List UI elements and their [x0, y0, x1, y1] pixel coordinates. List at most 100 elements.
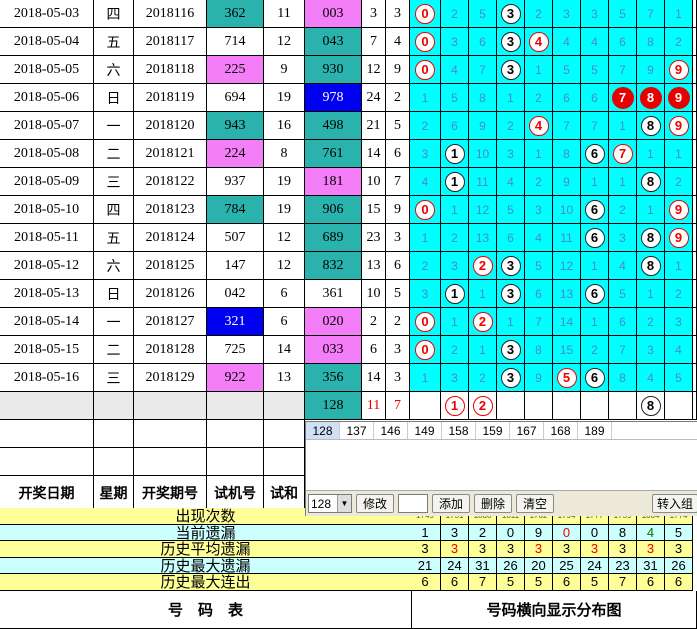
- distribution-cell: 1: [609, 168, 637, 196]
- span-value: 7: [362, 28, 386, 56]
- add-button[interactable]: 添加: [432, 494, 471, 513]
- distribution-cell: 8: [609, 364, 637, 392]
- distribution-cell: 2: [469, 252, 497, 280]
- distribution-cell: 8: [637, 168, 665, 196]
- omission-value: 8: [535, 342, 542, 357]
- omission-value: 2: [535, 174, 542, 189]
- pending-cell: 2: [469, 392, 497, 420]
- pending-cell: [497, 392, 525, 420]
- omission-value: 7: [591, 118, 598, 133]
- candidate-tab[interactable]: 158: [442, 422, 476, 439]
- number-ball: 0: [415, 3, 435, 24]
- distribution-cell: 4: [441, 56, 469, 84]
- weekday: 五: [94, 28, 134, 56]
- distribution-cell: 0: [410, 196, 441, 224]
- omission-value: 2: [675, 34, 682, 49]
- distribution-cell: 6: [525, 280, 553, 308]
- issue-number: 2018129: [134, 364, 207, 392]
- candidate-tab[interactable]: 146: [374, 422, 408, 439]
- pending-cell: [609, 392, 637, 420]
- omission-value: 12: [559, 258, 574, 273]
- omission-value: 4: [451, 62, 458, 77]
- number-ball: 4: [528, 31, 549, 52]
- distribution-cell: 5: [665, 364, 693, 392]
- candidate-tab[interactable]: 168: [544, 422, 578, 439]
- omission-value: 6: [591, 90, 598, 105]
- sum-tail: 9: [386, 56, 410, 84]
- edit-button[interactable]: 修改: [356, 494, 395, 513]
- stat-value: 9: [525, 524, 553, 541]
- candidate-tab[interactable]: 137: [340, 422, 374, 439]
- import-button[interactable]: 转入组: [651, 494, 697, 513]
- delete-button[interactable]: 删除: [474, 494, 513, 513]
- candidate-tab[interactable]: 128: [306, 422, 340, 439]
- trial-sum: 16: [264, 112, 305, 140]
- stat-value: 4: [637, 524, 665, 541]
- distribution-cell: 1: [581, 308, 609, 336]
- distribution-cell: 7: [609, 336, 637, 364]
- candidate-panel: 128 137 146 149 158 159 167 168 189 128 ▼ 修改 添加 …: [305, 421, 697, 516]
- number-ball: 0: [415, 199, 435, 220]
- stat-value: 26: [665, 557, 693, 574]
- stat-value: 6: [410, 574, 441, 591]
- chevron-down-icon[interactable]: ▼: [337, 495, 351, 512]
- edge-cell: [693, 196, 697, 224]
- distribution-cell: 5: [441, 84, 469, 112]
- distribution-cell: 10: [553, 196, 581, 224]
- distribution-cell: 5: [581, 56, 609, 84]
- number-select-value: 128: [311, 496, 332, 511]
- candidate-tab[interactable]: 159: [476, 422, 510, 439]
- distribution-cell: 2: [665, 168, 693, 196]
- distribution-cell: 8: [637, 224, 665, 252]
- stat-value: 3: [441, 524, 469, 541]
- omission-value: 5: [479, 6, 486, 21]
- number-ball: 9: [668, 227, 689, 248]
- sum-tail: 6: [386, 252, 410, 280]
- distribution-cell: 1: [637, 196, 665, 224]
- distribution-cell: 2: [525, 0, 553, 28]
- omission-value: 12: [475, 202, 490, 217]
- omission-value: 2: [451, 230, 458, 245]
- span-value: 12: [362, 56, 386, 84]
- edge-cell: [693, 224, 697, 252]
- distribution-cell: 6: [581, 196, 609, 224]
- omission-value: 4: [507, 174, 514, 189]
- weekday: 日: [94, 84, 134, 112]
- omission-value: 8: [647, 34, 654, 49]
- issue-number: 2018127: [134, 308, 207, 336]
- candidate-tab[interactable]: 167: [510, 422, 544, 439]
- distribution-cell: 7: [581, 112, 609, 140]
- candidate-tab[interactable]: 189: [578, 422, 612, 439]
- issue-number: 2018116: [134, 0, 207, 28]
- stat-value: 7: [469, 574, 497, 591]
- clear-button[interactable]: 清空: [516, 494, 555, 513]
- number-ball: 1: [444, 171, 465, 192]
- candidate-tab[interactable]: 149: [408, 422, 442, 439]
- distribution-cell: 6: [469, 28, 497, 56]
- distribution-cell: 7: [609, 140, 637, 168]
- omission-value: 1: [479, 286, 486, 301]
- number-input[interactable]: [398, 494, 429, 513]
- number-select[interactable]: 128 ▼: [308, 494, 352, 513]
- winning-number: 356: [305, 364, 362, 392]
- distribution-cell: 5: [497, 196, 525, 224]
- distribution-cell: 2: [637, 308, 665, 336]
- span-value: 2: [362, 308, 386, 336]
- distribution-cell: 3: [497, 140, 525, 168]
- trial-sum: 6: [264, 280, 305, 308]
- distribution-cell: 2: [581, 336, 609, 364]
- distribution-cell: 6: [581, 364, 609, 392]
- distribution-cell: 4: [525, 28, 553, 56]
- distribution-cell: 4: [525, 112, 553, 140]
- empty-cell: [94, 392, 134, 420]
- span-value: 14: [362, 140, 386, 168]
- stat-value: 0: [553, 524, 581, 541]
- stat-value: 24: [581, 557, 609, 574]
- distribution-cell: 9: [665, 224, 693, 252]
- omission-value: 7: [619, 62, 626, 77]
- distribution-cell: 11: [469, 168, 497, 196]
- trial-number: 225: [207, 56, 264, 84]
- distribution-cell: 13: [553, 280, 581, 308]
- trial-number: 714: [207, 28, 264, 56]
- empty-cell: [207, 392, 264, 420]
